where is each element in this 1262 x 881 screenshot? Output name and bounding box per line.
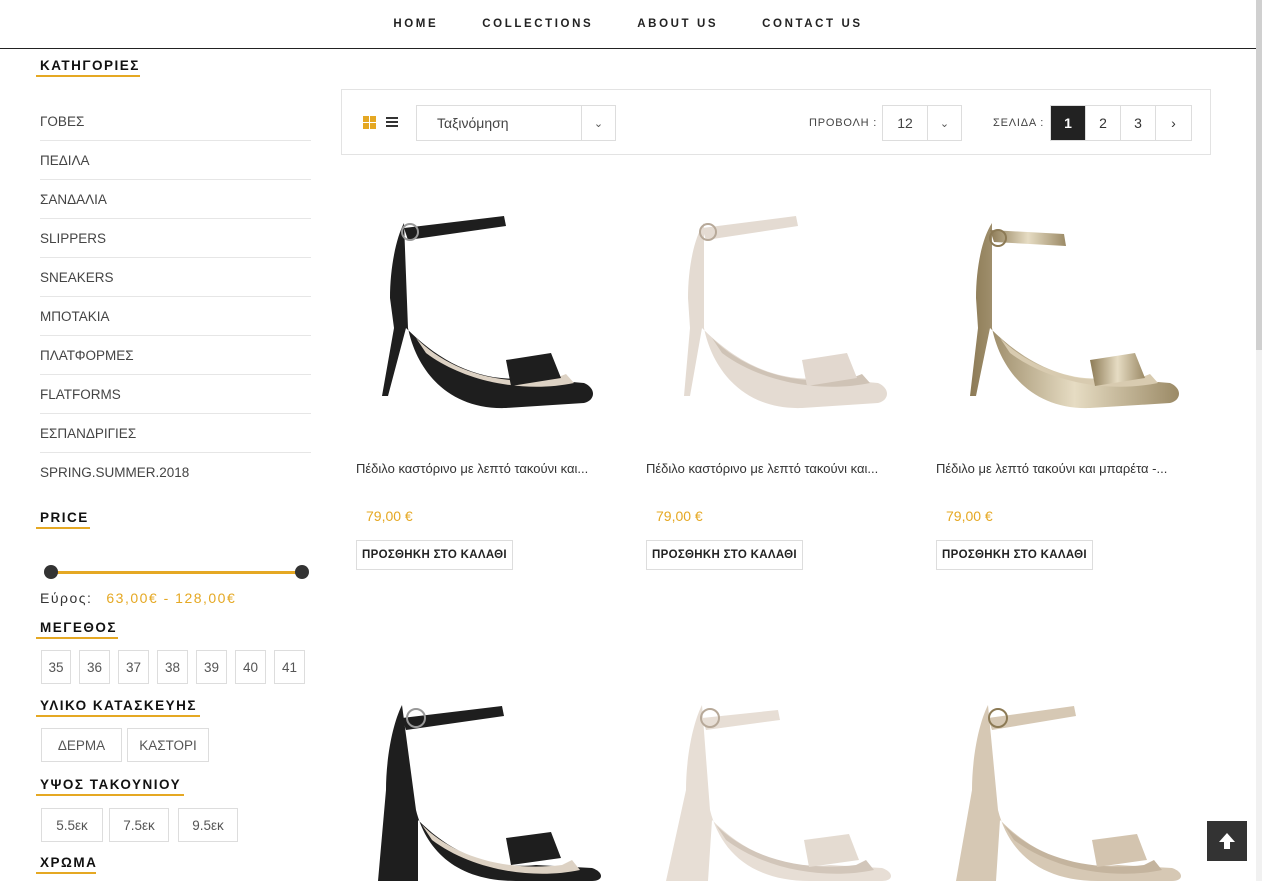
category-item[interactable]: ΠΕΔΙΛΑ [40, 141, 311, 180]
page-label: ΣΕΛΙΔΑ : [993, 117, 1045, 129]
size-heading: ΜΕΓΕΘΟΣ [36, 620, 118, 639]
product-image[interactable] [646, 660, 896, 881]
product-image[interactable] [356, 178, 606, 438]
size-option[interactable]: 40 [235, 650, 266, 684]
heel-height-heading: ΥΨΟΣ ΤΑΚΟΥΝΙΟΥ [36, 777, 184, 796]
category-item[interactable]: SPRING.SUMMER.2018 [40, 453, 311, 492]
slider-max-handle[interactable] [295, 565, 309, 579]
heading-underline [36, 872, 96, 874]
scrollbar-thumb[interactable] [1256, 0, 1262, 350]
category-item[interactable]: SLIPPERS [40, 219, 311, 258]
add-to-cart-button[interactable]: ΠΡΟΣΘΗΚΗ ΣΤΟ ΚΑΛΑΘΙ [936, 540, 1093, 570]
heel-option[interactable]: 7.5εκ [109, 808, 169, 842]
sort-select[interactable]: Ταξινόμηση ⌄ [416, 105, 616, 141]
category-list: ΓΟΒΕΣ ΠΕΔΙΛΑ ΣΑΝΔΑΛΙΑ SLIPPERS SNEAKERS … [40, 102, 311, 492]
product-image[interactable] [356, 660, 606, 881]
heel-option[interactable]: 9.5εκ [178, 808, 238, 842]
price-range-slider[interactable] [44, 565, 309, 579]
color-heading: ΧΡΩΜΑ [36, 855, 98, 874]
product-name[interactable]: Πέδιλο καστόρινο με λεπτό τακούνι και... [356, 461, 596, 476]
heading-underline [36, 637, 118, 639]
chevron-down-icon: ⌄ [581, 106, 615, 140]
heading-underline [36, 527, 90, 529]
category-item[interactable]: ΕΣΠΑΝΔΡΙΓΙΕΣ [40, 414, 311, 453]
product-image[interactable] [936, 178, 1186, 438]
price-heading: PRICE [36, 510, 90, 529]
chevron-down-icon: ⌄ [927, 106, 961, 140]
material-option-suede[interactable]: ΚΑΣΤΟΡΙ [127, 728, 209, 762]
slider-min-handle[interactable] [44, 565, 58, 579]
product-image[interactable] [936, 660, 1186, 881]
price-heading-text: PRICE [40, 510, 89, 525]
per-page-label: ΠΡΟΒΟΛΗ : [809, 117, 878, 129]
product-price: 79,00 € [656, 508, 703, 524]
material-heading-text: ΥΛΙΚΟ ΚΑΤΑΣΚΕΥΗΣ [40, 698, 197, 713]
category-item[interactable]: FLATFORMS [40, 375, 311, 414]
list-view-icon[interactable] [386, 117, 398, 128]
sort-select-value: Ταξινόμηση [437, 115, 509, 131]
product-price: 79,00 € [946, 508, 993, 524]
page-scrollbar[interactable] [1256, 0, 1262, 881]
material-option-leather[interactable]: ΔΕΡΜΑ [41, 728, 122, 762]
heel-height-options: 5.5εκ 7.5εκ 9.5εκ [41, 808, 243, 842]
slider-track [50, 571, 302, 574]
product-image[interactable] [646, 178, 896, 438]
color-heading-text: ΧΡΩΜΑ [40, 855, 98, 870]
size-heading-text: ΜΕΓΕΘΟΣ [40, 620, 117, 635]
material-heading: ΥΛΙΚΟ ΚΑΤΑΣΚΕΥΗΣ [36, 698, 200, 717]
add-to-cart-button[interactable]: ΠΡΟΣΘΗΚΗ ΣΤΟ ΚΑΛΑΘΙ [646, 540, 803, 570]
heading-underline [36, 794, 184, 796]
category-item[interactable]: ΠΛΑΤΦΟΡΜΕΣ [40, 336, 311, 375]
category-item[interactable]: ΣΑΝΔΑΛΙΑ [40, 180, 311, 219]
category-item[interactable]: ΓΟΒΕΣ [40, 102, 311, 141]
pagination: 1 2 3 › [1050, 105, 1192, 141]
product-name[interactable]: Πέδιλο καστόρινο με λεπτό τακούνι και... [646, 461, 886, 476]
back-to-top-button[interactable] [1207, 821, 1247, 861]
add-to-cart-button[interactable]: ΠΡΟΣΘΗΚΗ ΣΤΟ ΚΑΛΑΘΙ [356, 540, 513, 570]
per-page-select[interactable]: 12 ⌄ [882, 105, 962, 141]
top-navigation: HOME COLLECTIONS ABOUT US CONTACT US [0, 0, 1256, 49]
size-options: 35 36 37 38 39 40 41 [41, 650, 310, 684]
heel-height-heading-text: ΥΨΟΣ ΤΑΚΟΥΝΙΟΥ [40, 777, 182, 792]
price-range-readout: Εύρος: 63,00€ - 128,00€ [40, 590, 236, 606]
per-page-value: 12 [897, 115, 913, 131]
grid-view-icon[interactable] [363, 116, 376, 129]
nav-collections[interactable]: COLLECTIONS [482, 18, 593, 30]
next-page-button[interactable]: › [1156, 106, 1191, 140]
material-options: ΔΕΡΜΑ ΚΑΣΤΟΡΙ [41, 728, 214, 762]
size-option[interactable]: 38 [157, 650, 188, 684]
categories-heading: ΚΑΤΗΓΟΡΙΕΣ [36, 58, 140, 77]
page-button-1[interactable]: 1 [1051, 106, 1086, 140]
product-name[interactable]: Πέδιλο με λεπτό τακούνι και μπαρέτα -... [936, 461, 1176, 476]
size-option[interactable]: 35 [41, 650, 71, 684]
nav-contact-us[interactable]: CONTACT US [762, 18, 863, 30]
nav-about-us[interactable]: ABOUT US [637, 18, 718, 30]
size-option[interactable]: 36 [79, 650, 110, 684]
arrow-up-icon [1219, 833, 1235, 849]
page-button-3[interactable]: 3 [1121, 106, 1156, 140]
product-price: 79,00 € [366, 508, 413, 524]
size-option[interactable]: 41 [274, 650, 305, 684]
categories-heading-text: ΚΑΤΗΓΟΡΙΕΣ [40, 58, 140, 73]
category-item[interactable]: ΜΠΟΤΑΚΙΑ [40, 297, 311, 336]
product-toolbar: Ταξινόμηση ⌄ ΠΡΟΒΟΛΗ : 12 ⌄ ΣΕΛΙΔΑ : 1 2… [341, 89, 1211, 155]
price-range-label: Εύρος: [40, 590, 93, 606]
page-button-2[interactable]: 2 [1086, 106, 1121, 140]
size-option[interactable]: 39 [196, 650, 227, 684]
category-item[interactable]: SNEAKERS [40, 258, 311, 297]
nav-home[interactable]: HOME [393, 18, 438, 30]
size-option[interactable]: 37 [118, 650, 149, 684]
price-range-value: 63,00€ - 128,00€ [106, 590, 237, 606]
heel-option[interactable]: 5.5εκ [41, 808, 103, 842]
heading-underline [36, 75, 140, 77]
heading-underline [36, 715, 200, 717]
